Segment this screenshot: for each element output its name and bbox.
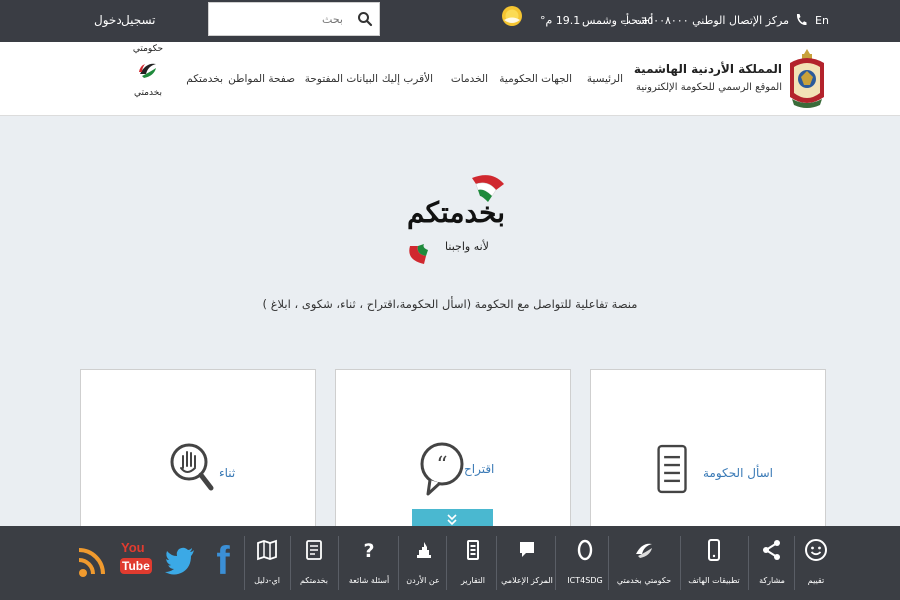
site-title: المملكة الأردنية الهاشمية xyxy=(633,62,782,76)
bikhedmatkom-logo: بخدمتكم لأنه واجبنا xyxy=(396,168,516,270)
document-icon xyxy=(306,540,322,560)
nav-at-your-service[interactable]: بخدمتكم xyxy=(186,73,223,85)
nav-citizen-page[interactable]: صفحة المواطن xyxy=(228,73,295,85)
svg-text:?: ? xyxy=(363,540,374,562)
youtube-link[interactable]: You Tube xyxy=(118,538,152,582)
chevron-down-icon xyxy=(447,514,457,526)
footer-at-your-service[interactable]: بخدمتكم xyxy=(292,532,336,594)
footer-bar: تقييم مشاركة تطبيقات الهاتف حكومتي بخدمت… xyxy=(0,526,900,600)
report-icon xyxy=(467,540,479,560)
footer-mobile-apps[interactable]: تطبيقات الهاتف xyxy=(682,532,746,594)
twitter-bird-icon xyxy=(165,547,194,575)
svg-text:f: f xyxy=(216,539,230,582)
footer-separator xyxy=(496,536,497,590)
site-subtitle: الموقع الرسمي للحكومة الإلكترونية xyxy=(635,82,782,93)
magnifier-hand-icon xyxy=(170,443,214,491)
government-logo-icon xyxy=(636,543,652,558)
footer-separator xyxy=(398,536,399,590)
document-list-icon xyxy=(657,444,687,494)
top-bar: En مركز الإتصال الوطني ٠٦٥٠٠٨٠٠٠ أ+ أ- س… xyxy=(0,0,900,42)
facebook-icon: f xyxy=(216,539,230,583)
phone-icon xyxy=(708,539,720,561)
nav-services[interactable]: الخدمات xyxy=(451,73,488,85)
weather-sun-icon xyxy=(502,6,522,26)
footer-separator xyxy=(748,536,749,590)
logo-main-text: بخدمتكم xyxy=(406,196,506,229)
card-label: اقتراح xyxy=(464,462,495,476)
jordan-coat-of-arms-icon[interactable] xyxy=(786,45,828,113)
rss-icon xyxy=(78,548,105,577)
landmark-icon xyxy=(415,542,431,558)
hotline-text: مركز الإتصال الوطني ٠٦٥٠٠٨٠٠٠ xyxy=(635,14,789,27)
map-icon xyxy=(257,539,277,561)
my-government-logo[interactable]: حكومتي بخدمتي xyxy=(128,44,168,114)
footer-rate[interactable]: تقييم xyxy=(796,532,836,594)
smiley-icon xyxy=(805,539,827,561)
weather-text: سحب وشمس xyxy=(582,14,648,27)
footer-share[interactable]: مشاركة xyxy=(752,532,792,594)
register-link[interactable]: تسجيل xyxy=(121,12,156,28)
footer-e-guide[interactable]: اي-دليل xyxy=(246,532,288,594)
card-label: اسأل الحكومة xyxy=(703,466,774,480)
footer-separator xyxy=(608,536,609,590)
footer-separator xyxy=(555,536,556,590)
footer-separator xyxy=(794,536,795,590)
ask-government-card[interactable]: اسأل الحكومة xyxy=(590,369,826,539)
phone-icon xyxy=(796,14,807,26)
mini-logo-bottom-text: بخدمتي xyxy=(133,88,163,98)
footer-faq[interactable]: ? أسئلة شائعة xyxy=(342,532,396,594)
search-icon[interactable] xyxy=(357,11,373,27)
footer-separator xyxy=(244,536,245,590)
svg-text:“: “ xyxy=(436,453,447,478)
speech-bubble-icon xyxy=(520,542,534,557)
twitter-link[interactable] xyxy=(164,538,198,582)
youtube-tube-text: Tube xyxy=(120,558,152,574)
footer-my-government[interactable]: حكومتي بخدمتي xyxy=(612,532,676,594)
footer-media-center[interactable]: المركز الإعلامي xyxy=(500,532,554,594)
card-label: ثناء xyxy=(219,466,236,480)
nav-open-data[interactable]: البيانات المفتوحة xyxy=(305,73,378,85)
search-box xyxy=(208,2,380,36)
login-link[interactable]: دخول xyxy=(94,12,122,28)
search-input[interactable] xyxy=(209,3,349,35)
weather-temperature: 19.1 م° xyxy=(540,14,581,27)
quote-bubble-icon: “ xyxy=(420,442,464,496)
footer-separator xyxy=(680,536,681,590)
logo-sub-text: لأنه واجبنا xyxy=(445,240,489,253)
footer-reports[interactable]: التقارير xyxy=(452,532,494,594)
youtube-you-text: You xyxy=(121,540,145,555)
mini-logo-top-text: حكومتي xyxy=(132,44,164,54)
nav-home[interactable]: الرئيسية xyxy=(587,73,623,85)
footer-separator xyxy=(446,536,447,590)
share-icon xyxy=(763,540,780,560)
my-government-swirl-icon xyxy=(139,63,156,78)
ring-icon xyxy=(577,539,593,561)
facebook-link[interactable]: f xyxy=(206,538,240,583)
rss-link[interactable] xyxy=(74,538,108,582)
language-switch[interactable]: En xyxy=(815,13,829,29)
footer-separator xyxy=(338,536,339,590)
site-header: المملكة الأردنية الهاشمية الموقع الرسمي … xyxy=(0,42,900,116)
nav-nearest-to-you[interactable]: الأقرب إليك xyxy=(382,73,433,85)
platform-tagline: منصة تفاعلية للتواصل مع الحكومة (اسأل ال… xyxy=(262,297,638,311)
question-icon: ? xyxy=(363,540,374,562)
nav-government-entities[interactable]: الجهات الحكومية xyxy=(499,73,572,85)
footer-about-jordan[interactable]: عن الأردن xyxy=(402,532,444,594)
footer-separator xyxy=(290,536,291,590)
footer-ict4sdg[interactable]: ICT4SDG xyxy=(564,532,606,594)
praise-card[interactable]: ثناء xyxy=(80,369,316,539)
